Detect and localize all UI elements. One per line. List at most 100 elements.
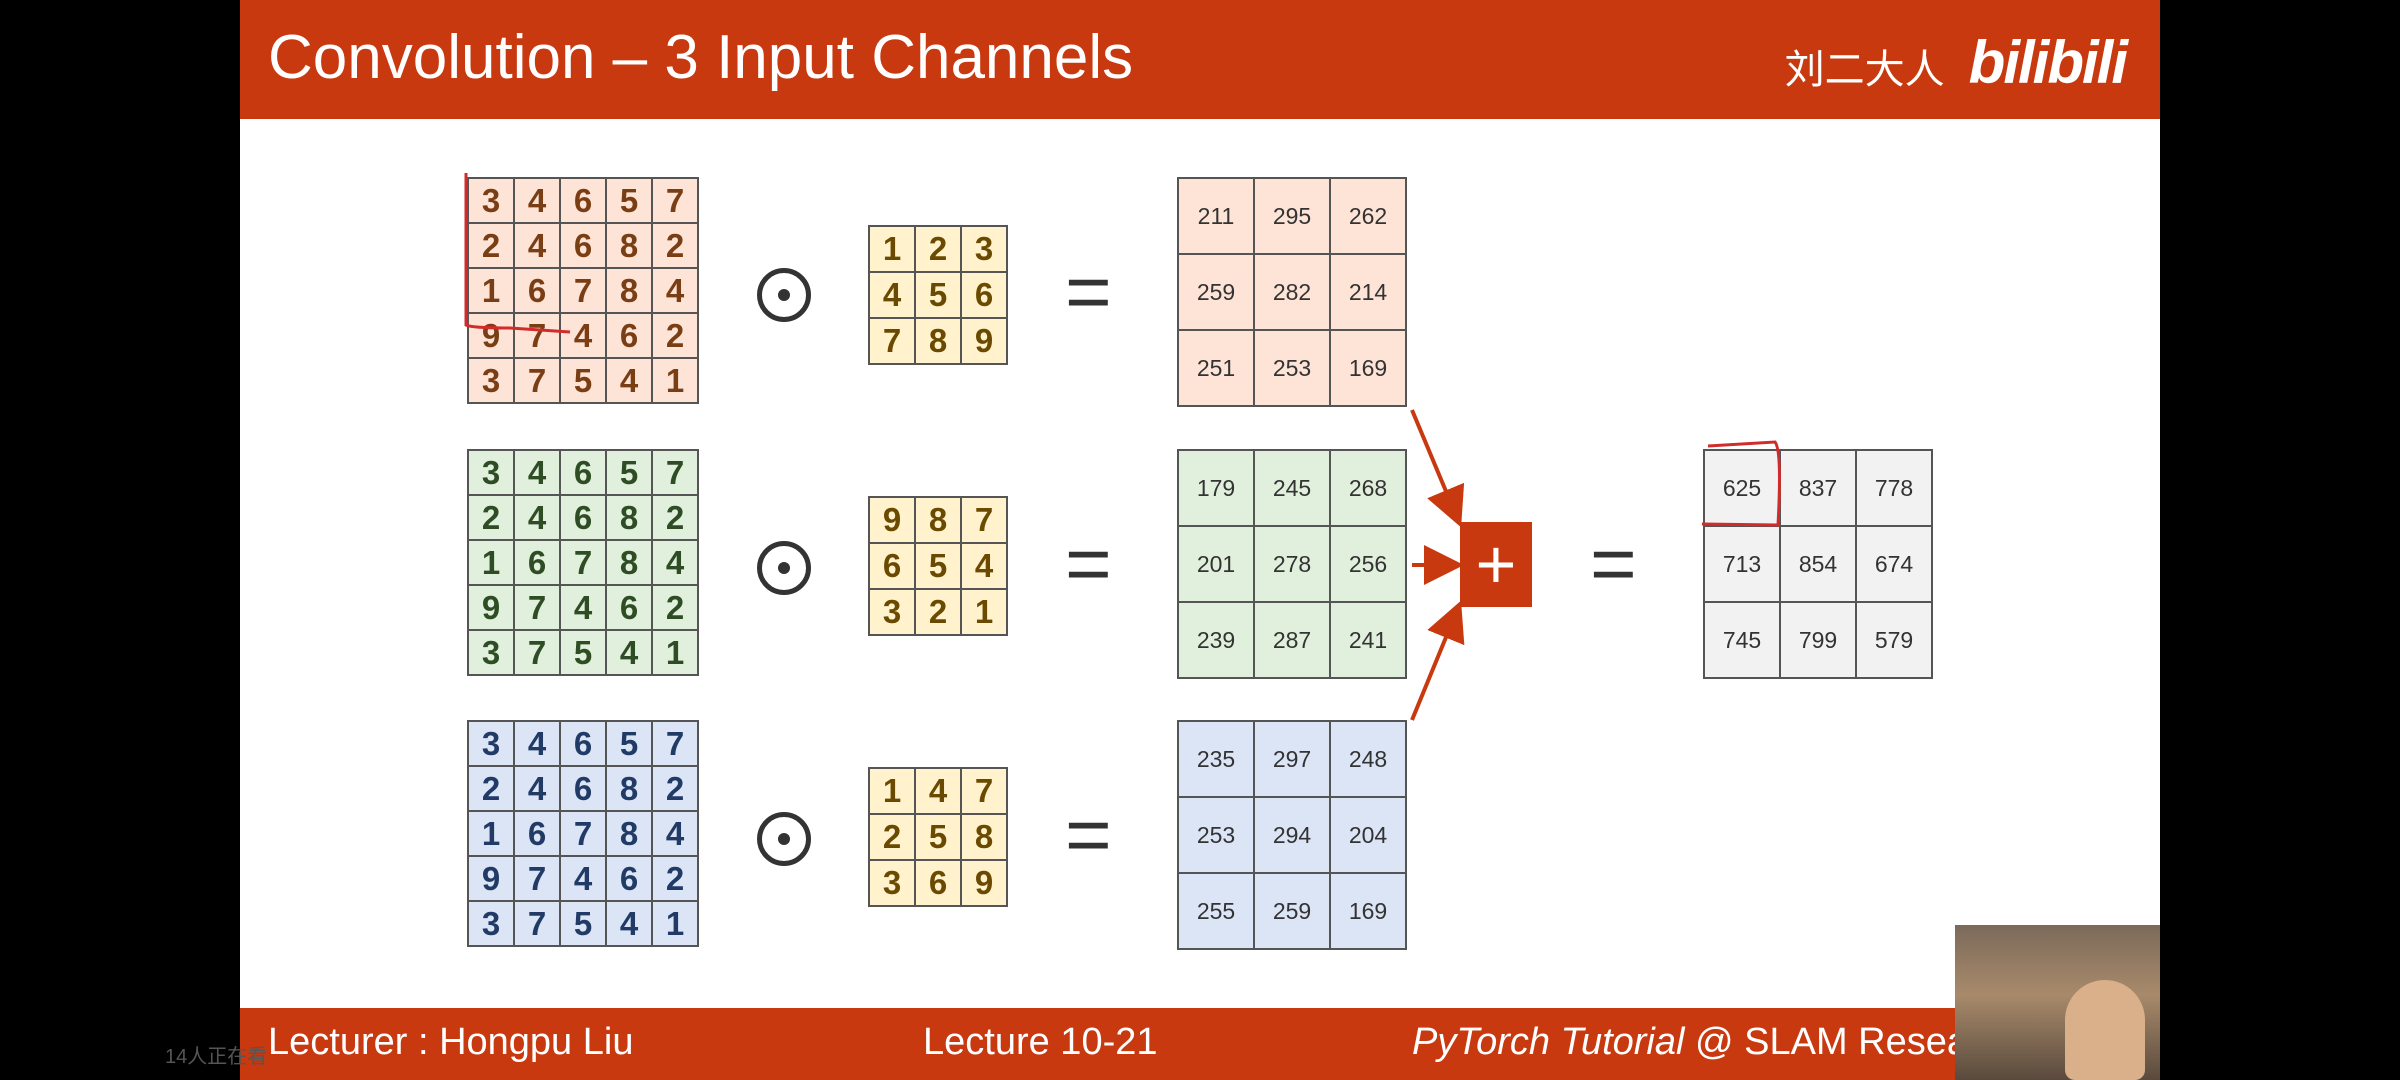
matrix-cell: 799 [1779,601,1857,679]
matrix-cell: 239 [1177,601,1255,679]
matrix-cell: 8 [605,765,653,812]
matrix-cell: 4 [605,900,653,947]
matrix-cell: 169 [1329,872,1407,950]
matrix-cell: 268 [1329,449,1407,527]
matrix-cell: 7 [513,584,561,631]
matrix-cell: 7 [513,629,561,676]
matrix-cell: 1 [467,539,515,586]
hadamard-operator-1 [757,268,811,322]
matrix-cell: 8 [914,496,962,544]
matrix-cell: 1 [868,767,916,815]
matrix-cell: 1 [960,588,1008,636]
sum-operator: + [1460,522,1532,607]
matrix-cell: 1 [467,810,515,857]
matrix-cell: 248 [1329,720,1407,798]
matrix-cell: 278 [1253,525,1331,603]
matrix-cell: 287 [1253,601,1331,679]
matrix-cell: 4 [559,584,607,631]
matrix-cell: 837 [1779,449,1857,527]
matrix-cell: 6 [559,720,607,767]
matrix-cell: 3 [467,629,515,676]
matrix-cell: 5 [605,177,653,224]
matrix-cell: 4 [559,855,607,902]
matrix-cell: 8 [605,494,653,541]
matrix-row: 253 294 204 [1177,796,1407,874]
matrix-row: 24682 [467,765,699,812]
slide-footer: Lecturer : Hongpu Liu Lecture 10-21 PyTo… [240,1008,2160,1080]
matrix-cell: 3 [467,357,515,404]
matrix-cell: 6 [559,177,607,224]
matrix-row: 654 [868,542,1008,590]
matrix-cell: 8 [960,813,1008,861]
matrix-cell: 9 [868,496,916,544]
matrix-cell: 2 [467,765,515,812]
matrix-cell: 6 [559,449,607,496]
matrix-cell: 4 [513,222,561,269]
matrix-row: 16784 [467,539,699,586]
matrix-cell: 5 [559,357,607,404]
matrix-row: 123 [868,225,1008,273]
matrix-cell: 4 [513,449,561,496]
matrix-cell: 1 [651,629,699,676]
matrix-cell: 7 [868,317,916,365]
matrix-cell: 8 [605,267,653,314]
matrix-cell: 1 [467,267,515,314]
matrix-cell: 241 [1329,601,1407,679]
output-matrix-channel-1: 211 295 262 259 282 214 251 253 169 [1177,177,1407,407]
matrix-cell: 2 [868,813,916,861]
matrix-cell: 6 [513,267,561,314]
matrix-cell: 7 [651,177,699,224]
matrix-row: 625 837 778 [1703,449,1933,527]
matrix-row: 251 253 169 [1177,329,1407,407]
matrix-cell: 7 [960,767,1008,815]
matrix-cell: 6 [605,855,653,902]
input-matrix-channel-2: 3465724682167849746237541 [467,449,699,676]
matrix-cell: 6 [605,584,653,631]
matrix-cell: 2 [651,312,699,359]
matrix-cell: 8 [605,222,653,269]
matrix-cell: 4 [960,542,1008,590]
output-matrix-channel-2: 179 245 268 201 278 256 239 287 241 [1177,449,1407,679]
matrix-cell: 6 [605,312,653,359]
matrix-cell: 295 [1253,177,1331,255]
lecturer-camera-feed [1955,925,2160,1080]
matrix-cell: 7 [960,496,1008,544]
matrix-row: 321 [868,588,1008,636]
matrix-row: 24682 [467,222,699,269]
matrix-row: 147 [868,767,1008,815]
matrix-cell: 745 [1703,601,1781,679]
kernel-matrix-channel-2: 987654321 [868,496,1008,636]
matrix-cell: 201 [1177,525,1255,603]
matrix-cell: 854 [1779,525,1857,603]
matrix-row: 201 278 256 [1177,525,1407,603]
arrow-channel-1 [1410,409,1465,528]
matrix-cell: 3 [868,859,916,907]
hadamard-operator-3 [757,812,811,866]
matrix-cell: 8 [605,539,653,586]
matrix-cell: 253 [1177,796,1255,874]
lecturer-label: Lecturer : Hongpu Liu [268,1021,634,1063]
matrix-row: 211 295 262 [1177,177,1407,255]
matrix-cell: 625 [1703,449,1781,527]
matrix-cell: 259 [1177,253,1255,331]
matrix-cell: 7 [559,810,607,857]
equals-sign-1: = [1065,247,1112,336]
matrix-cell: 9 [467,312,515,359]
matrix-cell: 255 [1177,872,1255,950]
matrix-row: 369 [868,859,1008,907]
matrix-cell: 245 [1253,449,1331,527]
matrix-cell: 6 [960,271,1008,319]
lecture-number: Lecture 10-21 [923,1021,1158,1063]
viewer-count: 14人正在看 [165,1046,268,1068]
slide-title: Convolution – 3 Input Channels [268,23,1134,92]
equals-sign-3: = [1065,790,1112,879]
matrix-row: 97462 [467,312,699,359]
output-matrix-channel-3: 235 297 248 253 294 204 255 259 169 [1177,720,1407,950]
matrix-cell: 6 [559,222,607,269]
slide-header: Convolution – 3 Input Channels 刘二大人 bili… [240,0,2160,119]
input-matrix-channel-1: 3465724682167849746237541 [467,177,699,404]
matrix-cell: 4 [513,494,561,541]
matrix-cell: 3 [960,225,1008,273]
matrix-cell: 251 [1177,329,1255,407]
matrix-cell: 4 [651,267,699,314]
